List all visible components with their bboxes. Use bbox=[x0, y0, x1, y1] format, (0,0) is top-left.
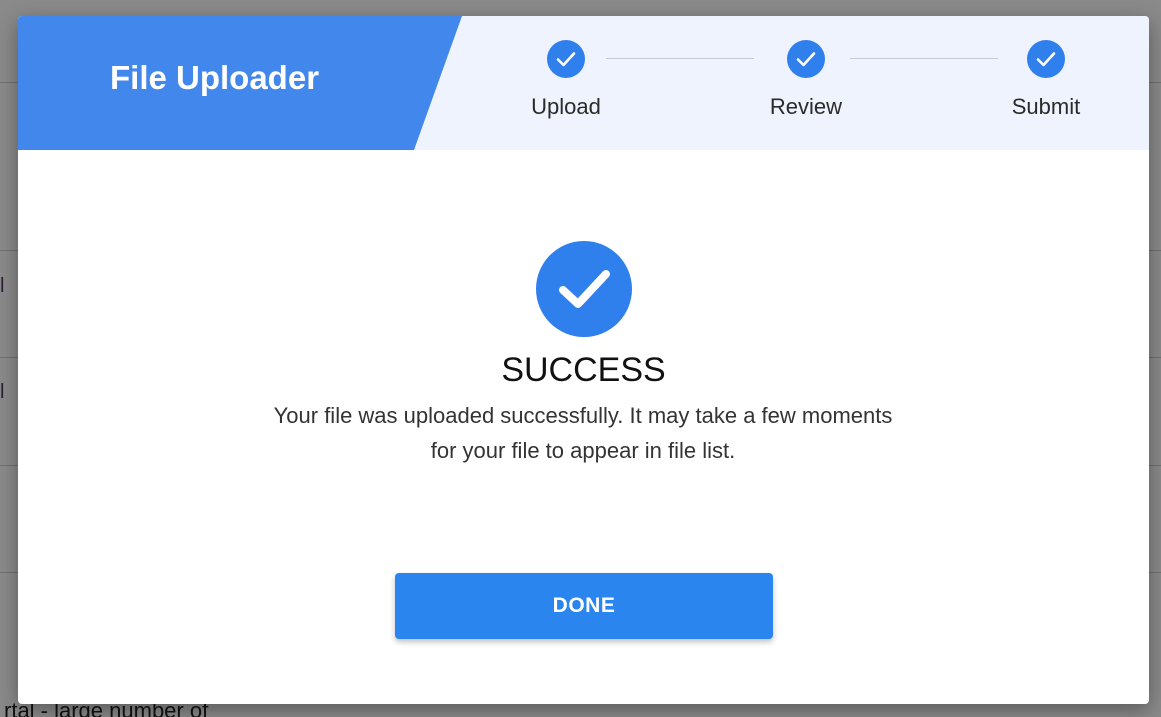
step-submit: Submit bbox=[985, 40, 1105, 140]
step-connector bbox=[606, 58, 754, 59]
check-icon bbox=[547, 40, 585, 78]
step-label: Submit bbox=[1011, 94, 1081, 119]
dialog-title: File Uploader bbox=[110, 59, 320, 96]
file-uploader-dialog: File Uploader Upload Review Submit SUCCE… bbox=[18, 16, 1149, 704]
step-label: Review bbox=[769, 94, 843, 119]
dialog-header: File Uploader Upload Review Submit bbox=[18, 16, 1149, 150]
done-button[interactable]: DONE bbox=[395, 573, 773, 639]
check-icon bbox=[1027, 40, 1065, 78]
check-circle-icon bbox=[536, 241, 632, 337]
check-icon bbox=[787, 40, 825, 78]
step-review: Review bbox=[745, 40, 865, 140]
step-upload: Upload bbox=[505, 40, 625, 140]
step-label: Upload bbox=[531, 94, 601, 119]
step-connector bbox=[850, 58, 998, 59]
success-heading: SUCCESS bbox=[501, 351, 666, 389]
success-message: Your file was uploaded successfully. It … bbox=[273, 403, 893, 463]
